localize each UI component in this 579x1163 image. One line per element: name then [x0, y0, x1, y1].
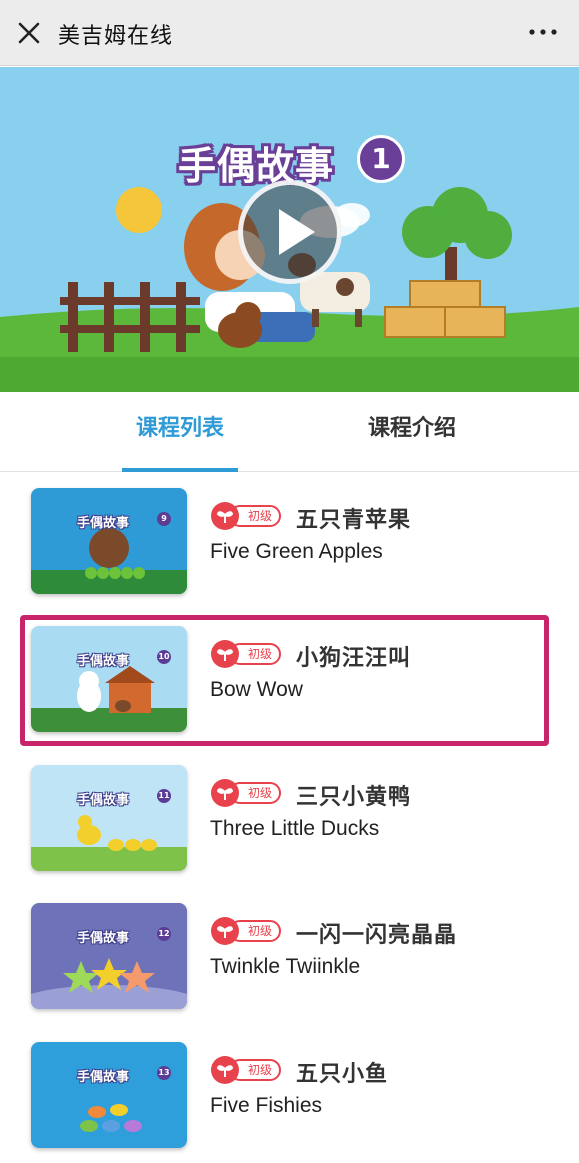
- thumbnail-number: 11: [157, 789, 171, 803]
- list-item[interactable]: 手偶故事 13 初级 五只小鱼 Five Fishies: [0, 1027, 579, 1163]
- course-thumbnail: 手偶故事 9: [31, 488, 187, 594]
- thumbnail-art: [31, 488, 187, 594]
- top-nav-bar: 美吉姆在线: [0, 0, 579, 66]
- tab-course-intro[interactable]: 课程介绍: [352, 392, 472, 472]
- play-icon[interactable]: [238, 180, 342, 284]
- page-title: 美吉姆在线: [58, 24, 174, 49]
- course-title-cn: 三只小黄鸭: [296, 785, 412, 810]
- sprout-icon: [211, 779, 239, 807]
- course-thumbnail: 手偶故事 10: [31, 626, 187, 732]
- course-title-cn: 一闪一闪亮晶晶: [296, 923, 458, 948]
- thumbnail-number: 10: [157, 650, 171, 664]
- course-title-en: Five Fishies: [210, 1094, 323, 1117]
- thumbnail-number: 12: [157, 927, 171, 941]
- course-title-en: Three Little Ducks: [210, 817, 380, 840]
- list-item[interactable]: 手偶故事 11 初级 三只小黄鸭 Three Little Ducks: [0, 750, 579, 886]
- hero-title: 手偶故事: [178, 144, 335, 188]
- sprout-icon: [211, 1056, 239, 1084]
- thumbnail-label: 手偶故事: [77, 654, 130, 669]
- sprout-icon: [211, 640, 239, 668]
- thumbnail-label: 手偶故事: [77, 931, 130, 946]
- course-title-en: Twinkle Twiinkle: [210, 955, 361, 978]
- level-badge: 初级: [209, 777, 283, 807]
- level-badge: 初级: [209, 638, 283, 668]
- course-thumbnail: 手偶故事 13: [31, 1042, 187, 1148]
- tab-bar: 课程列表 课程介绍: [0, 392, 579, 472]
- course-thumbnail: 手偶故事 11: [31, 765, 187, 871]
- list-item[interactable]: 手偶故事 9 初级 五只青苹果 Five Green Apples: [0, 473, 579, 609]
- thumbnail-label: 手偶故事: [77, 793, 130, 808]
- thumbnail-art: [31, 1042, 187, 1148]
- more-icon[interactable]: [525, 20, 561, 44]
- thumbnail-number: 9: [157, 512, 171, 526]
- course-title-en: Five Green Apples: [210, 540, 383, 563]
- course-title-cn: 五只小鱼: [296, 1062, 389, 1087]
- close-icon[interactable]: [14, 18, 44, 48]
- list-item[interactable]: 手偶故事 10 初级 小狗汪汪叫 Bow Wow: [0, 611, 579, 747]
- level-badge: 初级: [209, 1054, 283, 1084]
- thumbnail-number: 13: [157, 1066, 171, 1080]
- thumbnail-art: [31, 765, 187, 871]
- thumbnail-label: 手偶故事: [77, 516, 130, 531]
- hero-number-badge: 1: [357, 135, 405, 183]
- list-item[interactable]: 手偶故事 12 初级 一闪一闪亮晶晶 Twinkle Twiinkle: [0, 888, 579, 1024]
- course-title-cn: 五只青苹果: [296, 508, 412, 533]
- thumbnail-art: [31, 903, 187, 1009]
- hero-banner[interactable]: 手偶故事 1: [0, 67, 579, 392]
- thumbnail-art: [31, 626, 187, 732]
- level-badge: 初级: [209, 915, 283, 945]
- sprout-icon: [211, 502, 239, 530]
- sprout-icon: [211, 917, 239, 945]
- level-badge: 初级: [209, 500, 283, 530]
- tab-course-list[interactable]: 课程列表: [122, 392, 238, 472]
- course-title-cn: 小狗汪汪叫: [296, 646, 412, 671]
- course-thumbnail: 手偶故事 12: [31, 903, 187, 1009]
- thumbnail-label: 手偶故事: [77, 1070, 130, 1085]
- course-title-en: Bow Wow: [210, 678, 303, 701]
